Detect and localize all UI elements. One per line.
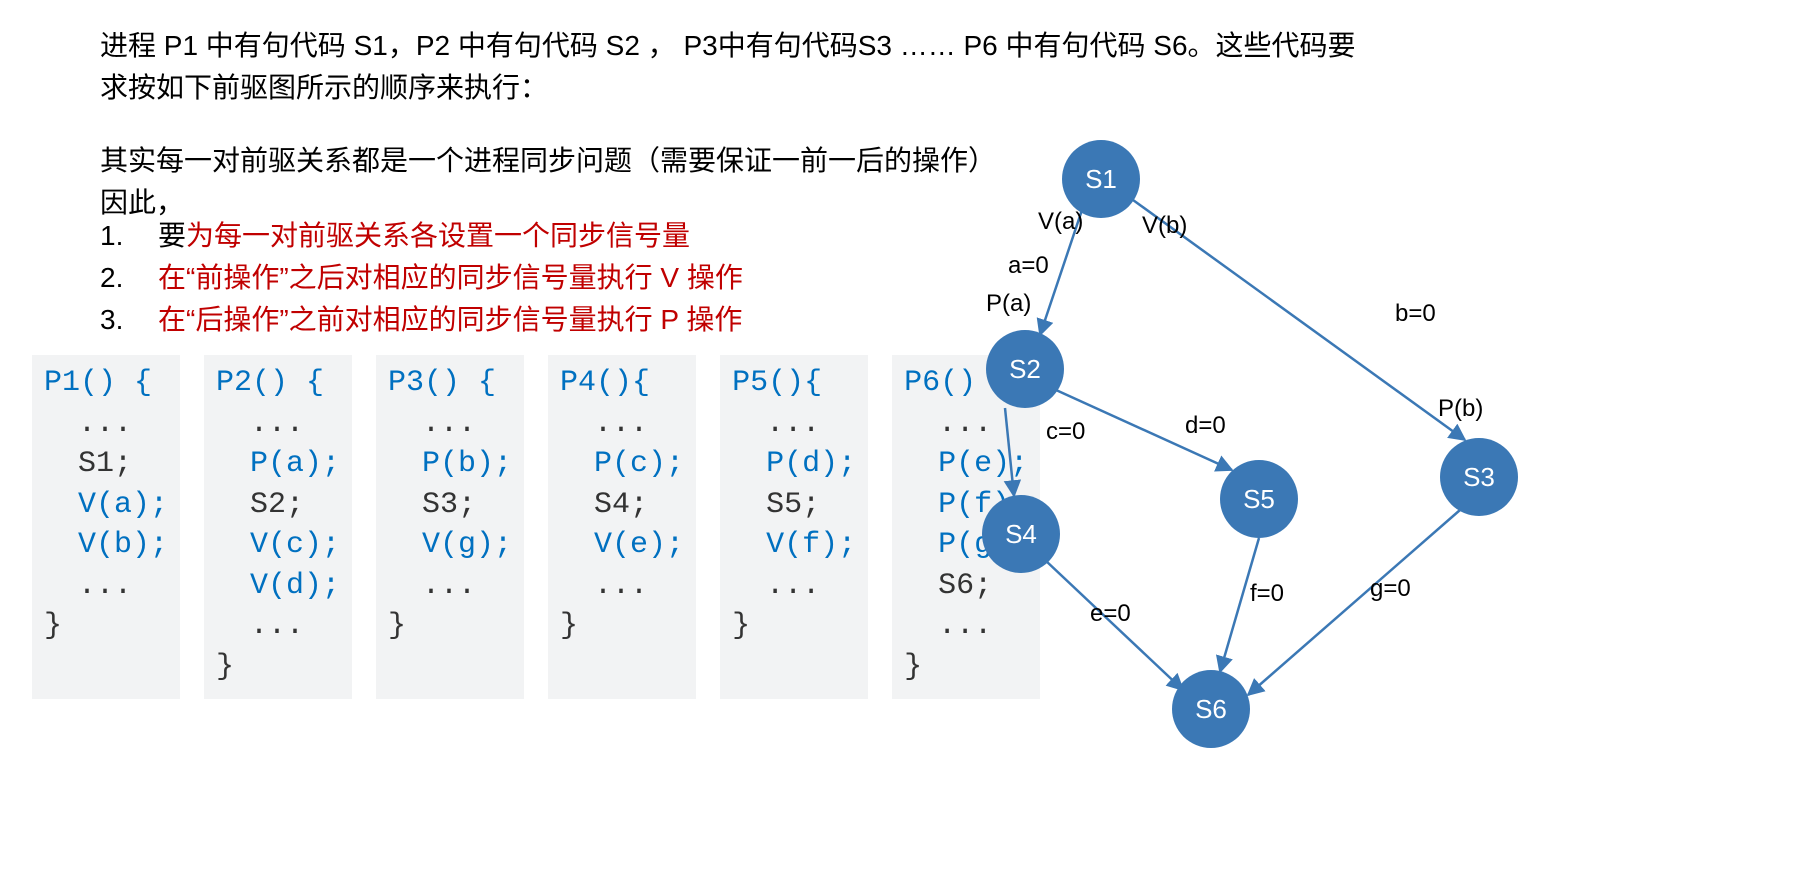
precedence-graph: S1 S2 S3 S4 S5 S6 V(a) V(b) a=0 P(a) b=0… xyxy=(1000,140,1570,780)
code-p4: P4(){ ... P(c); S4; V(e); ... } xyxy=(548,355,696,699)
explain-text: 其实每一对前驱关系都是一个进程同步问题（需要保证一前一后的操作） 因此， xyxy=(100,140,1000,224)
code-p1-l0: ... xyxy=(78,407,132,441)
rule-2-num: 2. xyxy=(100,257,158,299)
code-p3-l0: ... xyxy=(422,407,476,441)
code-p5-l4: ... xyxy=(766,569,820,603)
code-p4-l1: P(c); xyxy=(594,447,684,481)
graph-node-s3: S3 xyxy=(1440,438,1518,516)
code-p5-l3: V(f); xyxy=(766,528,856,562)
intro-text: 进程 P1 中有句代码 S1，P2 中有句代码 S2 ， P3中有句代码S3 …… xyxy=(100,25,1380,109)
code-p3-l2: S3; xyxy=(422,488,476,522)
code-p1-hdr: P1() { xyxy=(44,366,152,400)
edge-label-pb: P(b) xyxy=(1438,395,1483,423)
graph-node-s1: S1 xyxy=(1062,140,1140,218)
code-p6-l5: ... xyxy=(938,609,992,643)
code-p4-l3: V(e); xyxy=(594,528,684,562)
rules-list: 1.要为每一对前驱关系各设置一个同步信号量 2.在“前操作”之后对相应的同步信号… xyxy=(100,215,743,341)
edge-label-c0: c=0 xyxy=(1046,418,1085,446)
rule-1b: 为每一对前驱关系各设置一个同步信号量 xyxy=(186,220,690,251)
edge-label-vb: V(b) xyxy=(1142,212,1187,240)
edge-label-g0: g=0 xyxy=(1370,575,1411,603)
code-p3-l1: P(b); xyxy=(422,447,512,481)
graph-node-s6: S6 xyxy=(1172,670,1250,748)
code-p2-l0: ... xyxy=(250,407,304,441)
code-p5-l1: P(d); xyxy=(766,447,856,481)
rule-3-num: 3. xyxy=(100,299,158,341)
code-p6-l0: ... xyxy=(938,407,992,441)
explain-line-1: 其实每一对前驱关系都是一个进程同步问题（需要保证一前一后的操作） xyxy=(100,140,1000,182)
code-p2: P2() { ... P(a); S2; V(c); V(d); ... } xyxy=(204,355,352,699)
code-p3: P3() { ... P(b); S3; V(g); ... } xyxy=(376,355,524,699)
graph-node-s2: S2 xyxy=(986,330,1064,408)
code-p5: P5(){ ... P(d); S5; V(f); ... } xyxy=(720,355,868,699)
code-p3-hdr: P3() { xyxy=(388,366,496,400)
code-p6-close: } xyxy=(904,650,922,684)
code-p1-l1: S1; xyxy=(78,447,132,481)
rule-1-num: 1. xyxy=(100,215,158,257)
code-p1-l3: V(b); xyxy=(78,528,168,562)
code-p2-l5: ... xyxy=(250,609,304,643)
edge-label-d0: d=0 xyxy=(1185,412,1226,440)
code-p3-l3: V(g); xyxy=(422,528,512,562)
code-p2-hdr: P2() { xyxy=(216,366,324,400)
code-p1-l2: V(a); xyxy=(78,488,168,522)
code-p2-l3: V(c); xyxy=(250,528,340,562)
edge-label-f0: f=0 xyxy=(1250,580,1284,608)
code-p1-close: } xyxy=(44,609,62,643)
rule-3: 在“后操作”之前对相应的同步信号量执行 P 操作 xyxy=(158,299,742,341)
edge-label-b0: b=0 xyxy=(1395,300,1436,328)
code-p4-close: } xyxy=(560,609,578,643)
code-p4-l2: S4; xyxy=(594,488,648,522)
graph-node-s5: S5 xyxy=(1220,460,1298,538)
code-p4-l0: ... xyxy=(594,407,648,441)
code-p2-close: } xyxy=(216,650,234,684)
edge-label-va: V(a) xyxy=(1038,208,1083,236)
code-p4-l4: ... xyxy=(594,569,648,603)
code-p2-l4: V(d); xyxy=(250,569,340,603)
code-p1-l4: ... xyxy=(78,569,132,603)
code-p5-hdr: P5(){ xyxy=(732,366,822,400)
edge-label-e0: e=0 xyxy=(1090,600,1131,628)
code-p2-l2: S2; xyxy=(250,488,304,522)
code-container: P1() { ... S1; V(a); V(b); ... } P2() { … xyxy=(32,355,1040,699)
code-p2-l1: P(a); xyxy=(250,447,340,481)
code-p5-close: } xyxy=(732,609,750,643)
code-p3-l4: ... xyxy=(422,569,476,603)
code-p6-l4: S6; xyxy=(938,569,992,603)
code-p5-l2: S5; xyxy=(766,488,820,522)
code-p1: P1() { ... S1; V(a); V(b); ... } xyxy=(32,355,180,699)
rule-1a: 要 xyxy=(158,220,186,251)
code-p3-close: } xyxy=(388,609,406,643)
graph-node-s4: S4 xyxy=(982,495,1060,573)
edge-label-a0: a=0 xyxy=(1008,252,1049,280)
code-p4-hdr: P4(){ xyxy=(560,366,650,400)
code-p5-l0: ... xyxy=(766,407,820,441)
rule-2: 在“前操作”之后对相应的同步信号量执行 V 操作 xyxy=(158,257,743,299)
edge-label-pa: P(a) xyxy=(986,290,1031,318)
